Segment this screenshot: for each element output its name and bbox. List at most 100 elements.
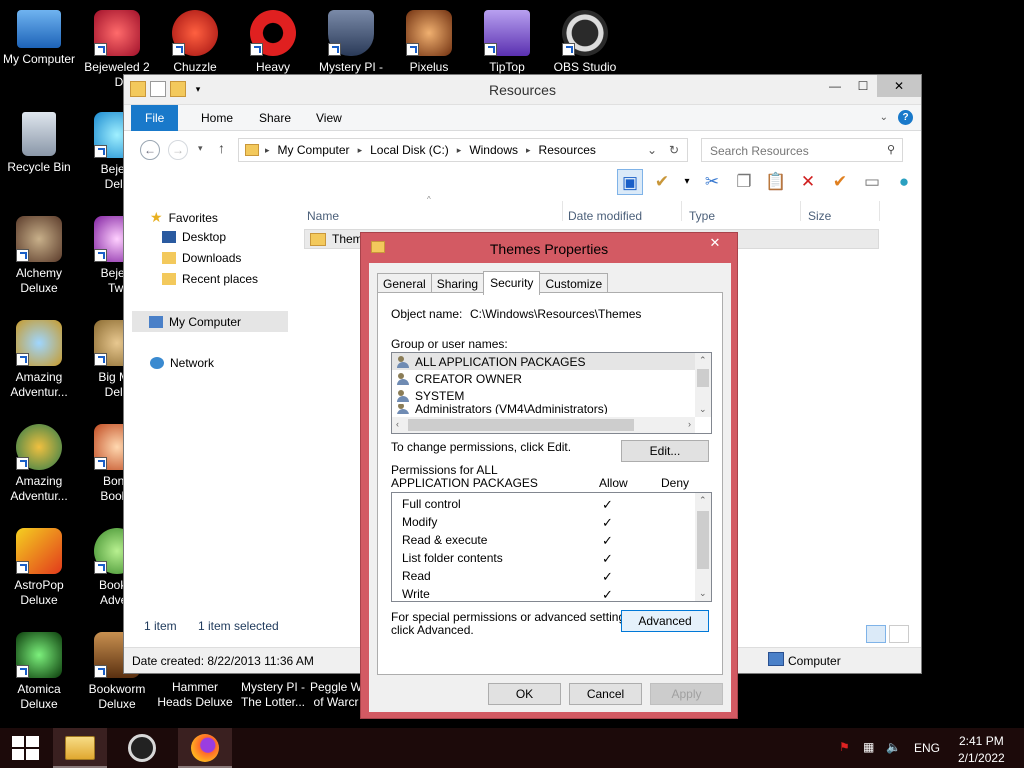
vertical-scrollbar[interactable]: ⌃ ⌄ — [695, 353, 711, 417]
scroll-down-icon[interactable]: ⌄ — [699, 404, 707, 415]
explorer-titlebar[interactable]: ▾ Resources — ☐ ✕ — [124, 75, 921, 105]
breadcrumb-my-computer[interactable]: My Computer — [278, 143, 350, 157]
tab-general[interactable]: General — [377, 273, 432, 294]
column-divider[interactable] — [562, 201, 563, 221]
desktop-icon-mystery-pi-lottery[interactable]: Mystery PI - The Lotter... — [234, 680, 312, 710]
copy-icon[interactable]: ❐ — [731, 169, 757, 195]
scroll-thumb[interactable] — [408, 419, 634, 431]
desktop-icon-astropop-deluxe[interactable]: AstroPop Deluxe — [0, 528, 78, 608]
ok-button[interactable]: OK — [488, 683, 561, 705]
taskbar-obs-studio[interactable] — [116, 728, 170, 768]
rename-icon[interactable]: ▭ — [859, 169, 885, 195]
select-icon[interactable]: ✔ — [649, 169, 675, 195]
clock-time[interactable]: 2:41 PM — [959, 734, 1004, 748]
chevron-down-icon[interactable]: ⌄ — [647, 143, 657, 157]
desktop-icon-peggle[interactable]: Peggle W of Warcr — [306, 680, 366, 710]
desktop-icon-alchemy-deluxe[interactable]: Alchemy Deluxe — [0, 216, 78, 296]
advanced-button[interactable]: Advanced — [621, 610, 709, 632]
desktop-icon-hammer-heads[interactable]: Hammer Heads Deluxe — [156, 680, 234, 710]
taskbar-firefox[interactable] — [178, 728, 232, 768]
scroll-up-icon[interactable]: ⌃ — [699, 355, 707, 366]
volume-icon[interactable]: 🔈 — [886, 740, 901, 754]
nav-my-computer[interactable]: My Computer — [132, 311, 288, 332]
scroll-thumb[interactable] — [697, 369, 709, 387]
list-item[interactable]: SYSTEM — [392, 387, 711, 404]
nav-downloads[interactable]: Downloads — [162, 251, 241, 265]
breadcrumb-resources[interactable]: Resources — [539, 143, 596, 157]
permissions-list[interactable]: Full control ✓ Modify ✓ Read & execute ✓… — [391, 492, 712, 602]
vertical-scrollbar[interactable]: ⌃ ⌄ — [695, 493, 711, 601]
rename-check-icon[interactable]: ✔ — [827, 169, 853, 195]
nav-desktop[interactable]: Desktop — [162, 230, 226, 244]
column-name[interactable]: Name — [307, 209, 339, 223]
details-view-icon[interactable] — [866, 625, 886, 643]
desktop-icon-mystery-pi[interactable]: Mystery PI - — [312, 10, 390, 75]
network-icon[interactable]: ▦ — [863, 740, 874, 754]
taskbar-file-explorer[interactable] — [53, 728, 107, 768]
chevron-right-icon[interactable]: ▸ — [265, 145, 270, 156]
desktop-icon-obs-studio[interactable]: OBS Studio — [546, 10, 624, 75]
chevron-down-icon[interactable]: ▾ — [681, 169, 693, 195]
desktop-icon-chuzzle[interactable]: Chuzzle — [156, 10, 234, 75]
scroll-down-icon[interactable]: ⌄ — [699, 588, 707, 599]
action-center-icon[interactable]: ⚑ — [839, 740, 850, 754]
column-divider[interactable] — [681, 201, 682, 221]
address-bar[interactable]: ▸ My Computer ▸ Local Disk (C:) ▸ Window… — [238, 138, 688, 162]
scroll-right-icon[interactable]: › — [688, 419, 691, 429]
apply-button[interactable]: Apply — [650, 683, 723, 705]
scroll-thumb[interactable] — [697, 511, 709, 569]
delete-icon[interactable]: ✕ — [795, 169, 821, 195]
desktop-icon-amazing-adventures-1[interactable]: Amazing Adventur... — [0, 320, 78, 400]
scroll-up-icon[interactable]: ⌃ — [699, 495, 707, 506]
list-item[interactable]: ALL APPLICATION PACKAGES — [392, 353, 711, 370]
maximize-button[interactable]: ☐ — [849, 75, 877, 97]
breadcrumb-local-disk[interactable]: Local Disk (C:) — [370, 143, 449, 157]
tab-customize[interactable]: Customize — [539, 273, 609, 294]
edit-button[interactable]: Edit... — [621, 440, 709, 462]
tab-share[interactable]: Share — [245, 105, 305, 131]
column-divider[interactable] — [800, 201, 801, 221]
recent-locations-icon[interactable]: ▾ — [198, 143, 203, 154]
thumbnail-view-icon[interactable] — [889, 625, 909, 643]
up-button[interactable]: ↑ — [218, 140, 225, 156]
chevron-right-icon[interactable]: ▸ — [457, 145, 462, 156]
column-divider[interactable] — [879, 201, 880, 221]
nav-recent-places[interactable]: Recent places — [162, 272, 258, 286]
horizontal-scrollbar[interactable]: ‹ › — [392, 417, 695, 433]
chevron-right-icon[interactable]: ▸ — [358, 145, 363, 156]
group-list[interactable]: ALL APPLICATION PACKAGES CREATOR OWNER S… — [391, 352, 712, 434]
breadcrumb-windows[interactable]: Windows — [469, 143, 518, 157]
back-button[interactable]: ← — [140, 140, 160, 160]
column-type[interactable]: Type — [689, 209, 715, 223]
tab-view[interactable]: View — [302, 105, 356, 131]
preview-pane-icon[interactable]: ▣ — [617, 169, 643, 195]
tab-home[interactable]: Home — [187, 105, 247, 131]
minimize-button[interactable]: — — [821, 75, 849, 97]
language-indicator[interactable]: ENG — [914, 741, 940, 755]
expand-ribbon-icon[interactable]: ⌄ — [880, 112, 888, 123]
nav-network[interactable]: Network — [150, 356, 214, 370]
search-input[interactable]: Search Resources ⚲ — [701, 138, 903, 162]
refresh-icon[interactable]: ↻ — [669, 143, 679, 157]
list-item[interactable]: Administrators (VM4\Administrators) — [392, 404, 711, 414]
list-item[interactable]: CREATOR OWNER — [392, 370, 711, 387]
desktop-icon-atomica-deluxe[interactable]: Atomica Deluxe — [0, 632, 78, 712]
desktop-icon-tiptop[interactable]: TipTop — [468, 10, 546, 75]
dialog-close-button[interactable]: ✕ — [693, 233, 737, 254]
tab-sharing[interactable]: Sharing — [430, 273, 485, 294]
column-date-modified[interactable]: Date modified — [568, 209, 642, 223]
cancel-button[interactable]: Cancel — [569, 683, 642, 705]
scroll-left-icon[interactable]: ‹ — [396, 419, 399, 429]
start-button[interactable] — [0, 728, 54, 768]
paste-icon[interactable]: 📋 — [763, 169, 789, 195]
desktop-icon-my-computer[interactable]: My Computer — [0, 10, 78, 67]
clock-date[interactable]: 2/1/2022 — [958, 751, 1005, 765]
dialog-titlebar[interactable]: Themes Properties ✕ — [361, 233, 737, 263]
desktop-icon-recycle-bin[interactable]: Recycle Bin — [0, 112, 78, 175]
chevron-right-icon[interactable]: ▸ — [526, 145, 531, 156]
tab-file[interactable]: File — [131, 105, 179, 131]
column-size[interactable]: Size — [808, 209, 831, 223]
cut-icon[interactable]: ✂ — [699, 169, 725, 195]
forward-button[interactable]: → — [168, 140, 188, 160]
globe-icon[interactable]: ● — [891, 169, 917, 195]
